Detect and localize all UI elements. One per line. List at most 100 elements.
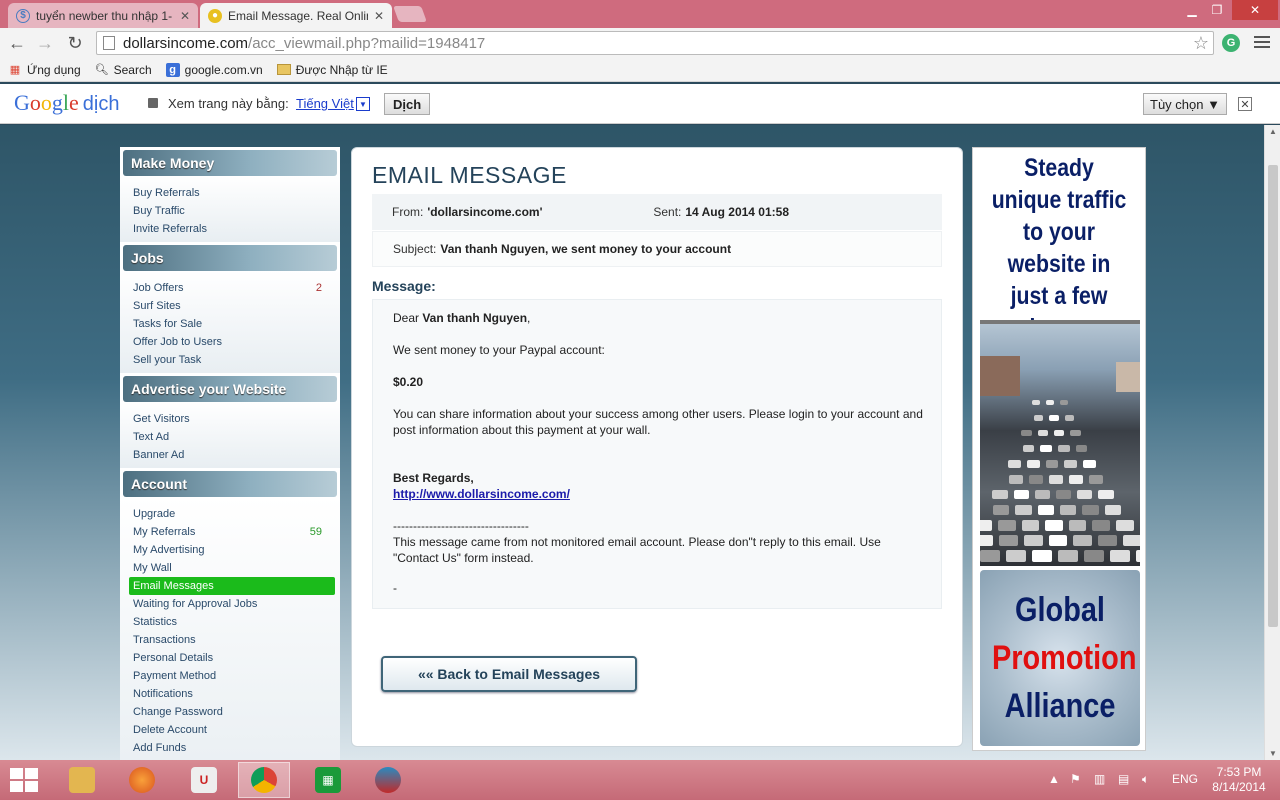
email-panel: EMAIL MESSAGE From: 'dollarsincome.com' … (351, 147, 963, 747)
back-arrow-icon[interactable]: ← (6, 32, 28, 54)
input-language[interactable]: ENG (1172, 772, 1198, 786)
close-icon[interactable]: ✕ (1238, 97, 1252, 111)
page-scrollbar[interactable]: ▲ ▼ (1264, 125, 1280, 760)
sidebar-item-change-password[interactable]: Change Password (120, 703, 340, 721)
bookmark-apps[interactable]: ▦ Ứng dụng (8, 63, 81, 77)
file-explorer-taskbar-button[interactable] (56, 762, 108, 798)
tab-title: Email Message. Real Onlin (228, 8, 368, 23)
app-icon (375, 767, 401, 793)
forward-arrow-icon[interactable]: → (34, 32, 56, 54)
network-icon[interactable]: ▤ (1118, 772, 1129, 786)
sidebar-item-label: Personal Details (133, 652, 214, 664)
app-taskbar-button[interactable] (362, 762, 414, 798)
car-shape (999, 535, 1018, 547)
trailing-dash: - (393, 581, 397, 595)
sidebar-item-tasks-for-sale[interactable]: Tasks for Sale (120, 315, 340, 333)
tab-bar: $ tuyển newber thu nhập 1- ✕ ● Email Mes… (0, 0, 1280, 28)
window-close-button[interactable]: ✕ (1232, 0, 1278, 20)
sidebar-item-upgrade[interactable]: Upgrade (120, 505, 340, 523)
page-content: Make Money Buy Referrals Buy Traffic Invite… (0, 125, 1264, 760)
scroll-up-icon[interactable]: ▲ (1269, 127, 1277, 136)
language-dropdown-icon[interactable]: ▼ (356, 97, 370, 111)
sidebar-item-surf-sites[interactable]: Surf Sites (120, 297, 340, 315)
car-shape (1045, 460, 1059, 468)
regards: Best Regards, (393, 471, 474, 485)
sidebar-item-get-visitors[interactable]: Get Visitors (120, 410, 340, 428)
advertisement-banner[interactable]: Steady unique traffic to your website in… (972, 147, 1146, 751)
sidebar-item-label: Buy Traffic (133, 205, 185, 217)
device-icon[interactable]: ▥ (1094, 772, 1105, 786)
extension-icon[interactable]: G (1222, 34, 1240, 52)
translate-button[interactable]: Dịch (384, 93, 431, 115)
car-shape (1021, 430, 1032, 437)
sidebar-item-text-ad[interactable]: Text Ad (120, 428, 340, 446)
volume-icon[interactable]: 🔈︎ (1142, 772, 1149, 787)
translate-language-link[interactable]: Tiếng Việt (296, 96, 354, 111)
sidebar-item-transactions[interactable]: Transactions (120, 631, 340, 649)
car-shape (1015, 505, 1032, 515)
sidebar-item-label: Payment Method (133, 670, 217, 682)
bookmark-google[interactable]: g google.com.vn (165, 62, 263, 77)
reload-icon[interactable]: ↻ (64, 32, 86, 54)
close-icon[interactable]: ✕ (180, 9, 190, 23)
sidebar-item-banner-ad[interactable]: Banner Ad (120, 446, 340, 464)
chrome-taskbar-button[interactable] (238, 762, 290, 798)
sidebar-item-invite-referrals[interactable]: Invite Referrals (120, 220, 340, 238)
bookmark-label: Search (113, 62, 152, 77)
page-title: EMAIL MESSAGE (372, 162, 567, 188)
sidebar-item-notifications[interactable]: Notifications (120, 685, 340, 703)
system-clock[interactable]: 7:53 PM 8/14/2014 (1208, 765, 1270, 795)
sidebar-item-delete-account[interactable]: Delete Account (120, 721, 340, 739)
sidebar-item-statistics[interactable]: Statistics (120, 613, 340, 631)
tab-active[interactable]: ● Email Message. Real Onlin ✕ (200, 3, 392, 28)
translate-options-button[interactable]: Tùy chọn ▼ (1143, 93, 1227, 115)
sidebar-item-my-referrals[interactable]: My Referrals 59 (120, 523, 340, 541)
sidebar-item-personal-details[interactable]: Personal Details (120, 649, 340, 667)
back-to-email-messages-button[interactable]: «« Back to Email Messages (381, 656, 637, 692)
keyboard-icon: U (191, 767, 217, 793)
subject-value: Van thanh Nguyen, we sent money to your … (440, 242, 732, 256)
sidebar-item-payment-method[interactable]: Payment Method (120, 667, 340, 685)
scrollbar-thumb[interactable] (1268, 165, 1278, 627)
sidebar-item-offer-job-to-users[interactable]: Offer Job to Users (120, 333, 340, 351)
folder-icon (69, 767, 95, 793)
address-bar[interactable]: dollarsincome.com/acc_viewmail.php?maili… (96, 31, 1214, 55)
recipient-name: Van thanh Nguyen (422, 311, 528, 325)
translate-view-text: Xem trang này bằng: (168, 96, 289, 111)
sidebar-item-my-wall[interactable]: My Wall (120, 559, 340, 577)
sidebar-item-add-funds[interactable]: Add Funds (120, 739, 340, 757)
sidebar-item-job-offers[interactable]: Job Offers 2 (120, 279, 340, 297)
bookmark-star-icon[interactable]: ☆ (1193, 33, 1209, 54)
windows-start-icon[interactable] (10, 768, 38, 792)
bookmark-search[interactable]: 🔍︎ Search (95, 63, 152, 77)
site-link[interactable]: http://www.dollarsincome.com/ (393, 487, 570, 501)
sidebar-item-label: Buy Referrals (133, 187, 200, 199)
payment-amount: $0.20 (393, 375, 424, 389)
sidebar-item-label: Waiting for Approval Jobs (133, 598, 258, 610)
bookmark-ie-folder[interactable]: Được Nhập từ IE (276, 63, 388, 77)
sidebar-item-my-advertising[interactable]: My Advertising (120, 541, 340, 559)
unikey-taskbar-button[interactable]: U (178, 762, 230, 798)
firefox-taskbar-button[interactable] (116, 762, 168, 798)
sidebar-item-buy-traffic[interactable]: Buy Traffic (120, 202, 340, 220)
scroll-down-icon[interactable]: ▼ (1269, 749, 1277, 758)
sidebar-item-buy-referrals[interactable]: Buy Referrals (120, 184, 340, 202)
sidebar-item-waiting-for-approval-jobs[interactable]: Waiting for Approval Jobs (120, 595, 340, 613)
minimize-button[interactable]: ▁ (1180, 0, 1204, 20)
sidebar-section-title: Advertise your Website (123, 376, 337, 402)
menu-icon[interactable] (1254, 34, 1270, 50)
tray-up-arrow-icon[interactable]: ▲ (1048, 772, 1060, 786)
message-line: We sent money to your Paypal account: (393, 343, 605, 357)
sidebar-item-sell-your-task[interactable]: Sell your Task (120, 351, 340, 369)
new-tab-button[interactable] (393, 6, 427, 22)
close-icon[interactable]: ✕ (374, 9, 384, 23)
tab-inactive[interactable]: $ tuyển newber thu nhập 1- ✕ (8, 3, 198, 28)
car-shape (1045, 520, 1063, 531)
sidebar-item-email-messages[interactable]: Email Messages (129, 577, 335, 595)
maximize-button[interactable]: ❐ (1204, 0, 1230, 20)
sidebar-section-title: Jobs (123, 245, 337, 271)
store-taskbar-button[interactable]: ▦ (302, 762, 354, 798)
car-shape (992, 490, 1008, 500)
flag-icon[interactable]: ⚑ (1070, 772, 1081, 786)
car-shape (1077, 490, 1093, 500)
